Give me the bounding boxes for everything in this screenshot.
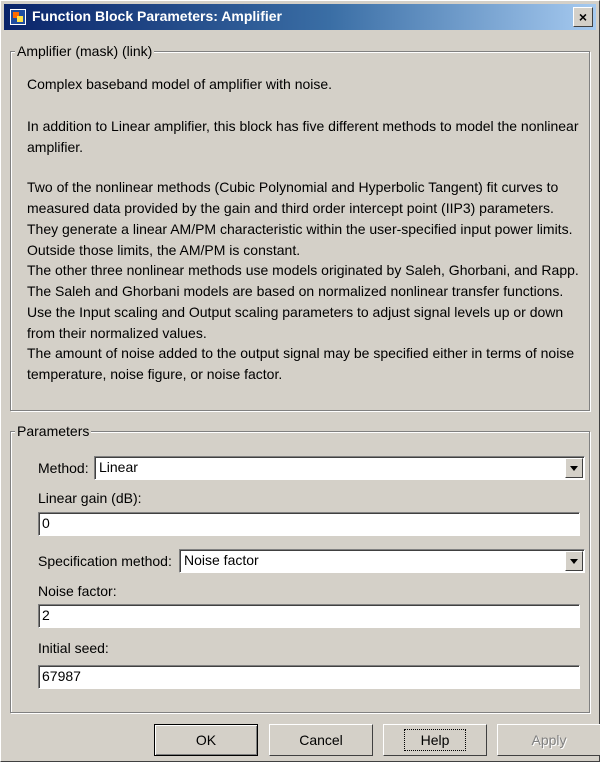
linear-gain-value: 0 [42, 515, 50, 531]
apply-button-label: Apply [531, 732, 567, 748]
method-selected-value: Linear [99, 459, 138, 475]
description-paragraph-5: The amount of noise added to the output … [27, 345, 575, 382]
method-dropdown[interactable]: Linear [94, 456, 585, 480]
specification-method-dropdown[interactable]: Noise factor [179, 549, 585, 573]
noise-factor-value: 2 [42, 607, 50, 623]
method-label: Method: [38, 460, 89, 476]
description-paragraph-3: Two of the nonlinear methods (Cubic Poly… [27, 179, 573, 258]
description-paragraph-1: Complex baseband model of amplifier with… [27, 76, 333, 92]
description-legend: Amplifier (mask) (link) [15, 43, 155, 59]
noise-factor-label: Noise factor: [38, 583, 117, 599]
title-bar[interactable]: Function Block Parameters: Amplifier × [4, 4, 596, 30]
linear-gain-input[interactable]: 0 [38, 512, 580, 536]
apply-button[interactable]: Apply [497, 724, 600, 756]
ok-button-label: OK [195, 732, 217, 748]
linear-gain-label: Linear gain (dB): [38, 490, 142, 506]
chevron-down-icon[interactable] [565, 458, 583, 478]
description-group: Amplifier (mask) (link) Complex baseband… [10, 43, 590, 411]
close-button[interactable]: × [573, 7, 593, 27]
window-title: Function Block Parameters: Amplifier [32, 8, 282, 24]
specification-method-label: Specification method: [38, 553, 172, 569]
parameters-legend: Parameters [15, 423, 92, 439]
close-icon: × [578, 9, 588, 25]
initial-seed-value: 67987 [42, 668, 81, 684]
dialog-window: Function Block Parameters: Amplifier × A… [0, 0, 600, 762]
description-paragraph-4: The other three nonlinear methods use mo… [27, 262, 579, 341]
help-button[interactable]: Help [383, 724, 487, 756]
noise-factor-input[interactable]: 2 [38, 604, 580, 628]
cancel-button-label: Cancel [299, 732, 343, 748]
chevron-down-icon[interactable] [565, 551, 583, 571]
cancel-button[interactable]: Cancel [269, 724, 373, 756]
help-button-label: Help [403, 729, 467, 751]
specification-method-selected-value: Noise factor [184, 552, 259, 568]
parameters-group: Parameters Method: Linear Linear gain (d… [10, 423, 590, 713]
ok-button[interactable]: OK [154, 724, 258, 756]
initial-seed-label: Initial seed: [38, 640, 109, 656]
description-paragraph-2: In addition to Linear amplifier, this bl… [27, 118, 579, 155]
simulink-block-icon [10, 9, 26, 25]
initial-seed-input[interactable]: 67987 [38, 665, 580, 689]
